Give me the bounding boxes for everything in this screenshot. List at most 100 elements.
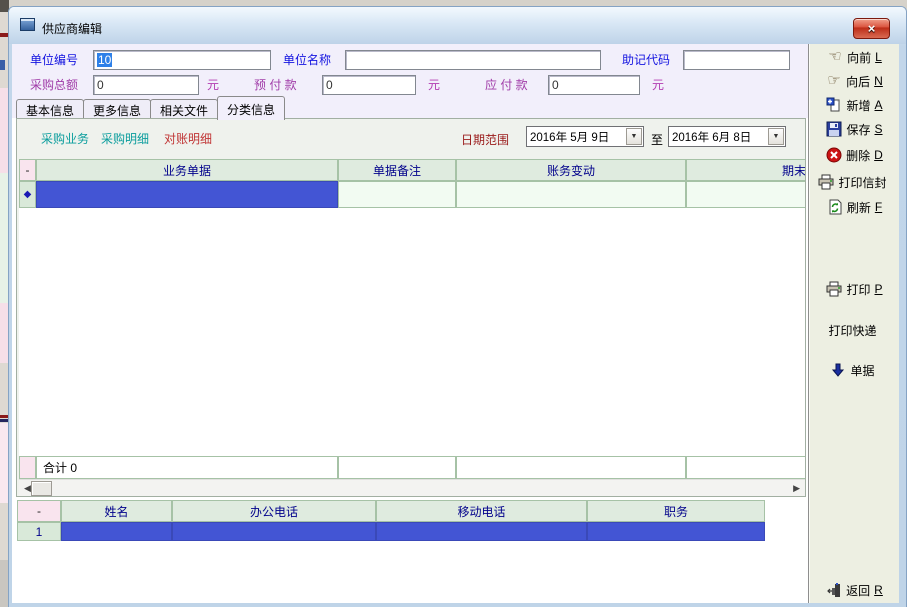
scrollbar-thumb[interactable] (31, 481, 52, 496)
tab-basic-info[interactable]: 基本信息 (16, 99, 84, 118)
summary-total-cell: 合计 0 (36, 456, 338, 479)
link-purchase-detail[interactable]: 采购明细 (101, 130, 149, 147)
printer-icon (818, 174, 834, 190)
scroll-left-icon[interactable]: ◀ (24, 483, 31, 494)
prepaid-input[interactable]: 0 (322, 75, 416, 95)
shortcut-key: N (874, 74, 883, 88)
contacts-cell-selected[interactable] (587, 522, 765, 541)
grid-cell[interactable] (686, 181, 806, 208)
chevron-down-icon[interactable]: ▼ (768, 128, 784, 145)
window-title: 供应商编辑 (42, 20, 102, 37)
refresh-icon (827, 199, 843, 215)
button-label: 向后 (846, 73, 870, 90)
exit-icon (826, 582, 842, 598)
print-envelope-button[interactable]: 打印信封 (811, 172, 898, 192)
scroll-right-icon[interactable]: ▶ (793, 483, 800, 494)
summary-selector-cell (19, 456, 36, 479)
link-purchase-business[interactable]: 采购业务 (41, 130, 89, 147)
shortcut-key: L (875, 50, 882, 64)
contacts-cell-selected[interactable] (61, 522, 172, 541)
window-icon (20, 18, 35, 31)
contacts-selector-header: - (17, 500, 61, 522)
tab-classification-info[interactable]: 分类信息 (217, 96, 285, 120)
selected-text: 10 (97, 53, 112, 67)
close-button[interactable]: × (853, 18, 890, 39)
horizontal-scrollbar[interactable]: ◀ ▶ (19, 479, 805, 496)
unit-no-label: 单位编号 (30, 52, 78, 68)
document-button[interactable]: 单据 (811, 360, 898, 380)
next-button[interactable]: ☞ 向后 N (811, 71, 898, 91)
down-arrow-icon (830, 362, 846, 378)
button-label: 打印信封 (838, 174, 886, 191)
date-range-separator: 至 (651, 131, 663, 148)
column-header-doc-note: 单据备注 (338, 159, 456, 181)
refresh-button[interactable]: 刷新 F (811, 197, 898, 217)
classification-panel: 采购业务 采购明细 对账明细 日期范围 2016年 5月 9日 ▼ 至 2016… (16, 118, 806, 497)
purchase-total-unit: 元 (207, 77, 219, 93)
row-marker-cell[interactable]: ◆ (19, 181, 36, 208)
purchase-total-label: 采购总额 (30, 77, 78, 93)
chevron-down-icon[interactable]: ▼ (626, 128, 642, 145)
grid-cell[interactable] (338, 181, 456, 208)
shortcut-key: A (875, 98, 883, 112)
hand-left-icon: ☜ (827, 49, 843, 65)
return-button[interactable]: 返回 R (811, 580, 898, 600)
date-to-combobox[interactable]: 2016年 6月 8日 ▼ (668, 126, 786, 147)
summary-cell (456, 456, 686, 479)
prepaid-label: 预 付 款 (254, 77, 297, 93)
button-label: 向前 (847, 49, 871, 66)
shortcut-key: P (875, 282, 883, 296)
save-button[interactable]: 保存 S (811, 119, 898, 139)
column-header-mobile-phone: 移动电话 (376, 500, 587, 522)
previous-button[interactable]: ☜ 向前 L (811, 47, 898, 67)
button-label: 单据 (850, 362, 874, 379)
link-reconcile-detail[interactable]: 对账明细 (164, 130, 212, 147)
contacts-cell-selected[interactable] (172, 522, 376, 541)
mnemonic-label: 助记代码 (622, 52, 670, 68)
grid-cell-selected[interactable] (36, 181, 338, 208)
column-header-business-doc: 业务单据 (36, 159, 338, 181)
payable-unit: 元 (652, 77, 664, 93)
titlebar[interactable]: 供应商编辑 × (9, 7, 906, 44)
tab-strip: 基本信息 更多信息 相关文件 分类信息 (16, 99, 284, 118)
button-label: 打印快递 (828, 322, 876, 339)
delete-icon (826, 147, 842, 163)
contacts-cell-selected[interactable] (376, 522, 587, 541)
print-express-button[interactable]: 打印快递 (811, 320, 898, 340)
payable-input[interactable]: 0 (548, 75, 640, 95)
button-label: 打印 (846, 281, 870, 298)
printer-icon (826, 281, 842, 297)
tab-more-info[interactable]: 更多信息 (83, 99, 151, 118)
column-header-office-phone: 办公电话 (172, 500, 376, 522)
save-icon (826, 121, 842, 137)
mnemonic-input[interactable] (683, 50, 790, 70)
summary-cell (686, 456, 806, 479)
unit-name-label: 单位名称 (283, 52, 331, 68)
contacts-row-number[interactable]: 1 (17, 522, 61, 541)
application-root: 供应商编辑 × 单位编号 10 单位名称 助记代码 采购总额 0 元 预 付 款… (0, 0, 907, 607)
add-button[interactable]: 新增 A (811, 95, 898, 115)
grid-empty-body (19, 208, 805, 456)
purchase-total-input[interactable]: 0 (93, 75, 199, 95)
button-label: 返回 (846, 582, 870, 599)
shortcut-key: R (874, 583, 883, 597)
print-button[interactable]: 打印 P (811, 279, 898, 299)
shortcut-key: F (875, 200, 882, 214)
action-sidebar: ☜ 向前 L ☞ 向后 N 新增 A 保存 S 删除 (808, 44, 899, 603)
button-label: 刷新 (847, 199, 871, 216)
date-from-combobox[interactable]: 2016年 5月 9日 ▼ (526, 126, 644, 147)
date-from-value: 2016年 5月 9日 (527, 129, 626, 145)
unit-no-input[interactable]: 10 (93, 50, 271, 70)
date-to-value: 2016年 6月 8日 (669, 129, 768, 145)
column-header-account-change: 账务变动 (456, 159, 686, 181)
shortcut-key: D (874, 148, 883, 162)
tab-related-files[interactable]: 相关文件 (150, 99, 218, 118)
grid-selector-header: - (19, 159, 36, 181)
prepaid-unit: 元 (428, 77, 440, 93)
grid-cell[interactable] (456, 181, 686, 208)
delete-button[interactable]: 删除 D (811, 145, 898, 165)
new-document-icon (826, 97, 842, 113)
summary-cell (338, 456, 456, 479)
column-header-name: 姓名 (61, 500, 172, 522)
unit-name-input[interactable] (345, 50, 601, 70)
